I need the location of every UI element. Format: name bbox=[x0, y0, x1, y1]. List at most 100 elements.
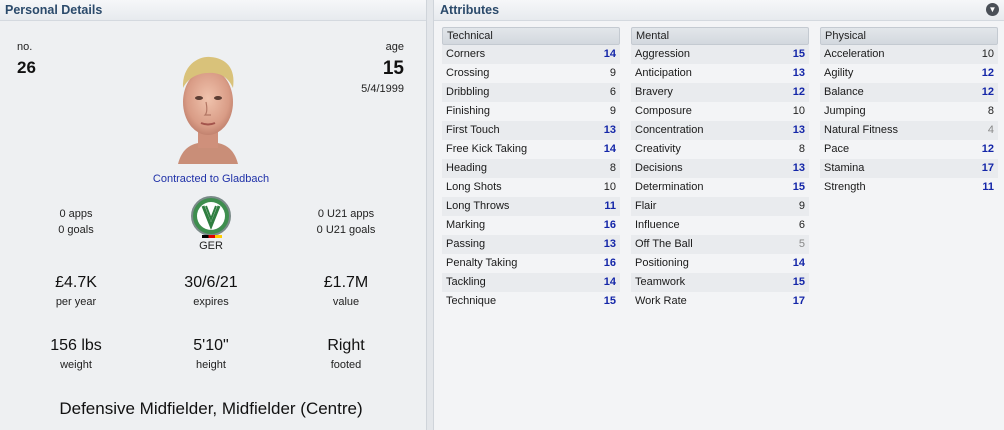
weight-value: 156 lbs bbox=[50, 337, 102, 354]
shirt-number-value: 26 bbox=[17, 58, 36, 77]
technical-header: Technical bbox=[442, 27, 620, 45]
attribute-name: Bravery bbox=[635, 86, 673, 98]
attribute-row[interactable]: Agility 12 bbox=[820, 64, 998, 83]
attribute-row[interactable]: Positioning 14 bbox=[631, 254, 809, 273]
attribute-row[interactable]: Work Rate 17 bbox=[631, 292, 809, 311]
attribute-name: Teamwork bbox=[635, 276, 686, 288]
goals-count: 0 goals bbox=[58, 224, 94, 236]
attribute-name: Long Throws bbox=[446, 200, 510, 212]
transfer-value-label: value bbox=[332, 296, 360, 308]
physical-table: Physical Acceleration 10 Agility 12 Balance 1… bbox=[820, 27, 998, 197]
attribute-row[interactable]: Natural Fitness 4 bbox=[820, 121, 998, 140]
attribute-name: Positioning bbox=[635, 257, 689, 269]
attribute-row[interactable]: Long Shots 10 bbox=[442, 178, 620, 197]
attribute-name: Technique bbox=[446, 295, 497, 307]
attribute-row[interactable]: Composure 10 bbox=[631, 102, 809, 121]
attribute-value: 11 bbox=[982, 181, 994, 193]
attribute-value: 12 bbox=[981, 143, 994, 155]
attribute-row[interactable]: Passing 13 bbox=[442, 235, 620, 254]
attribute-value: 12 bbox=[981, 67, 994, 79]
personal-details-header: Personal Details bbox=[0, 0, 426, 21]
attribute-value: 10 bbox=[792, 105, 805, 117]
attribute-value: 12 bbox=[792, 86, 805, 98]
panel-splitter[interactable] bbox=[426, 0, 434, 430]
attribute-row[interactable]: Corners 14 bbox=[442, 45, 620, 64]
attribute-value: 9 bbox=[609, 67, 616, 79]
attribute-value: 4 bbox=[987, 124, 994, 136]
attribute-value: 8 bbox=[987, 105, 994, 117]
attribute-name: Influence bbox=[635, 219, 680, 231]
attribute-row[interactable]: Concentration 13 bbox=[631, 121, 809, 140]
attribute-row[interactable]: Acceleration 10 bbox=[820, 45, 998, 64]
germany-flag-icon bbox=[202, 235, 222, 238]
attribute-row[interactable]: Heading 8 bbox=[442, 159, 620, 178]
attribute-name: Creativity bbox=[635, 143, 681, 155]
transfer-value: £1.7M bbox=[323, 274, 369, 291]
attribute-row[interactable]: Long Throws 11 bbox=[442, 197, 620, 216]
attribute-value: 17 bbox=[981, 162, 994, 174]
attribute-row[interactable]: Crossing 9 bbox=[442, 64, 620, 83]
attribute-name: Passing bbox=[446, 238, 486, 250]
attribute-value: 15 bbox=[792, 48, 805, 60]
attribute-value: 13 bbox=[603, 124, 616, 136]
attributes-panel: Attributes ▼ Technical Corners 14 Crossing… bbox=[434, 0, 1004, 430]
contract-expiry-value: 30/6/21 bbox=[184, 274, 238, 291]
attribute-value: 11 bbox=[604, 200, 616, 212]
attribute-row[interactable]: Jumping 8 bbox=[820, 102, 998, 121]
attribute-row[interactable]: Dribbling 6 bbox=[442, 83, 620, 102]
attribute-row[interactable]: Influence 6 bbox=[631, 216, 809, 235]
contract-expiry-label: expires bbox=[193, 296, 229, 308]
attribute-name: Long Shots bbox=[446, 181, 502, 193]
attribute-row[interactable]: Finishing 9 bbox=[442, 102, 620, 121]
attribute-name: Acceleration bbox=[824, 48, 885, 60]
attribute-row[interactable]: Penalty Taking 16 bbox=[442, 254, 620, 273]
attribute-name: Composure bbox=[635, 105, 692, 117]
chevron-down-icon[interactable]: ▼ bbox=[986, 3, 999, 16]
attribute-value: 15 bbox=[792, 181, 805, 193]
positions-text: Defensive Midfielder, Midfielder (Centre… bbox=[59, 399, 363, 418]
attribute-value: 16 bbox=[603, 257, 616, 269]
attribute-row[interactable]: Creativity 8 bbox=[631, 140, 809, 159]
national-team-badge-icon[interactable] bbox=[188, 196, 234, 236]
attribute-row[interactable]: Bravery 12 bbox=[631, 83, 809, 102]
age-label: age bbox=[385, 41, 404, 53]
attribute-row[interactable]: Anticipation 13 bbox=[631, 64, 809, 83]
attribute-row[interactable]: Flair 9 bbox=[631, 197, 809, 216]
attribute-name: Determination bbox=[635, 181, 704, 193]
attribute-name: Free Kick Taking bbox=[446, 143, 528, 155]
attribute-row[interactable]: First Touch 13 bbox=[442, 121, 620, 140]
attribute-row[interactable]: Stamina 17 bbox=[820, 159, 998, 178]
attribute-row[interactable]: Technique 15 bbox=[442, 292, 620, 311]
attribute-name: Decisions bbox=[635, 162, 683, 174]
attribute-value: 8 bbox=[798, 143, 805, 155]
mental-header: Mental bbox=[631, 27, 809, 45]
attribute-value: 13 bbox=[603, 238, 616, 250]
wage-value: £4.7K bbox=[55, 274, 97, 291]
contract-link[interactable]: Contracted to Gladbach bbox=[0, 173, 422, 185]
attribute-value: 12 bbox=[981, 86, 994, 98]
attribute-name: Marking bbox=[446, 219, 486, 231]
attribute-row[interactable]: Marking 16 bbox=[442, 216, 620, 235]
attribute-row[interactable]: Pace 12 bbox=[820, 140, 998, 159]
attribute-row[interactable]: Off The Ball 5 bbox=[631, 235, 809, 254]
attribute-row[interactable]: Balance 12 bbox=[820, 83, 998, 102]
attribute-row[interactable]: Teamwork 15 bbox=[631, 273, 809, 292]
attribute-row[interactable]: Determination 15 bbox=[631, 178, 809, 197]
attribute-name: Aggression bbox=[635, 48, 691, 60]
attribute-name: Crossing bbox=[446, 67, 490, 79]
attribute-name: Work Rate bbox=[635, 295, 687, 307]
attribute-name: Strength bbox=[824, 181, 866, 193]
attributes-header: Attributes ▼ bbox=[434, 0, 1004, 21]
attribute-row[interactable]: Decisions 13 bbox=[631, 159, 809, 178]
attribute-row[interactable]: Aggression 15 bbox=[631, 45, 809, 64]
attribute-row[interactable]: Strength 11 bbox=[820, 178, 998, 197]
attribute-name: Natural Fitness bbox=[824, 124, 898, 136]
shirt-number-label: no. bbox=[17, 41, 33, 53]
u21-apps-count: 0 U21 apps bbox=[317, 208, 375, 220]
attribute-value: 14 bbox=[792, 257, 805, 269]
attribute-value: 14 bbox=[603, 276, 616, 288]
attribute-row[interactable]: Free Kick Taking 14 bbox=[442, 140, 620, 159]
date-of-birth: 5/4/1999 bbox=[361, 83, 404, 95]
personal-details-panel: Personal Details no. 26 age 15 5/4/1999 … bbox=[0, 0, 426, 430]
attribute-row[interactable]: Tackling 14 bbox=[442, 273, 620, 292]
